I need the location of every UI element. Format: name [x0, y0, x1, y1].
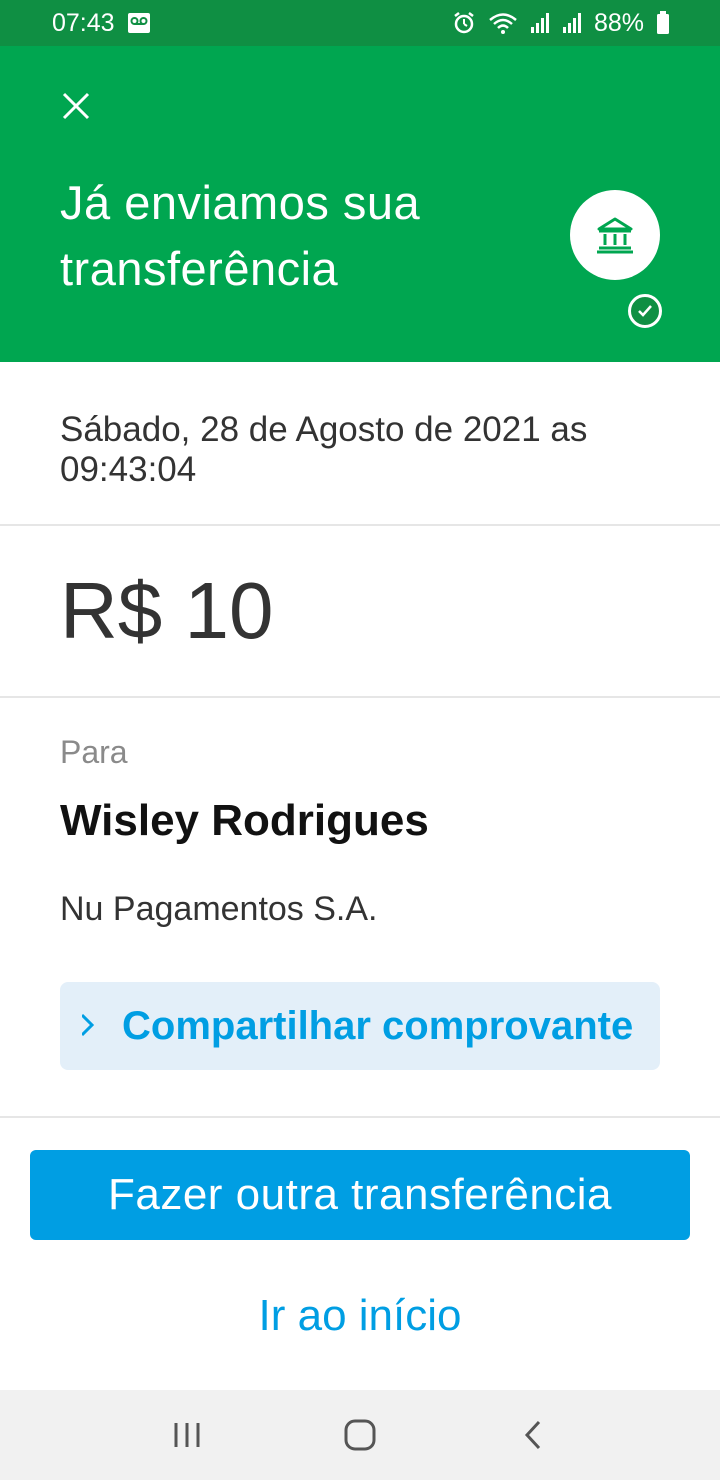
recent-apps-icon: [172, 1421, 202, 1449]
bank-icon: [595, 215, 635, 255]
home-button[interactable]: [330, 1405, 390, 1465]
recipient-bank: Nu Pagamentos S.A.: [60, 890, 378, 928]
recipient-label: Para: [60, 734, 128, 770]
status-left: 07:43: [52, 9, 151, 38]
back-icon: [522, 1419, 544, 1451]
bank-badge: [570, 190, 660, 280]
back-button[interactable]: [503, 1405, 563, 1465]
check-badge: [628, 294, 662, 328]
date-section: Sábado, 28 de Agosto de 2021 as 09:43:04: [0, 362, 720, 526]
close-icon: [61, 91, 91, 121]
success-header: Já enviamos sua transferência: [0, 46, 720, 362]
page-title: Já enviamos sua transferência: [60, 176, 421, 295]
recent-apps-button[interactable]: [157, 1405, 217, 1465]
home-icon: [343, 1418, 377, 1452]
system-nav-bar: [0, 1390, 720, 1480]
status-bar: 07:43 88%: [0, 0, 720, 46]
close-button[interactable]: [58, 88, 94, 124]
share-icon: [60, 1011, 94, 1041]
alarm-icon: [452, 11, 476, 35]
status-right: 88%: [452, 9, 670, 38]
status-time: 07:43: [52, 8, 115, 37]
voicemail-icon: [127, 12, 151, 34]
signal-icon: [562, 12, 582, 34]
share-receipt-button[interactable]: Compartilhar comprovante: [60, 982, 660, 1070]
signal-icon: [530, 12, 550, 34]
battery-icon: [656, 11, 670, 35]
amount-section: R$ 10: [0, 526, 720, 698]
recipient-section: Para Wisley Rodrigues Nu Pagamentos S.A.…: [0, 698, 720, 1118]
check-icon: [637, 304, 653, 318]
share-receipt-label: Compartilhar comprovante: [122, 1003, 632, 1048]
wifi-icon: [488, 11, 518, 35]
transfer-amount: R$ 10: [60, 566, 274, 655]
recipient-name: Wisley Rodrigues: [60, 796, 429, 845]
go-home-link[interactable]: Ir ao início: [0, 1288, 720, 1344]
battery-percent: 88%: [593, 8, 644, 37]
transfer-date: Sábado, 28 de Agosto de 2021 as 09:43:04: [60, 410, 588, 489]
new-transfer-button[interactable]: Fazer outra transferência: [30, 1150, 690, 1240]
